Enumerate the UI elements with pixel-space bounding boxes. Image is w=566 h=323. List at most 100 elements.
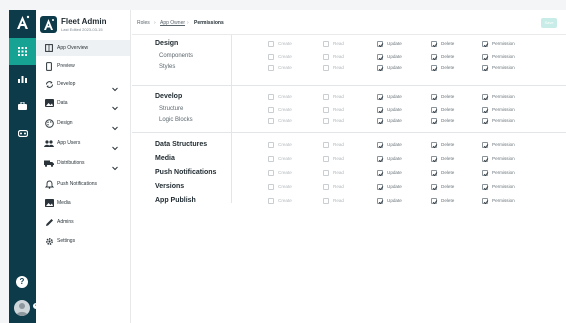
- permission-label: Read: [333, 94, 344, 99]
- sidebar-item-label: Media: [57, 200, 71, 206]
- permission-label: Delete: [441, 170, 455, 175]
- permission-label: Read: [333, 198, 344, 203]
- checkbox-empty-icon: [323, 65, 329, 71]
- media-icon: [44, 198, 54, 208]
- checkbox-checked-icon: [482, 107, 489, 114]
- permission-label: Permission: [492, 54, 515, 59]
- app-sidebar: Fleet Admin Last Edited 2023-03-15 App O…: [36, 10, 158, 323]
- checkbox-checked-icon: [377, 118, 384, 125]
- sidebar-item-label: App Overview: [57, 45, 89, 51]
- permission-row-label: Develop: [155, 93, 183, 100]
- checkbox-checked-icon: [431, 41, 438, 48]
- help-button[interactable]: ?: [16, 276, 28, 288]
- checkbox-checked-icon: [482, 41, 489, 48]
- checkbox-empty-icon: [268, 170, 274, 176]
- checkbox-checked-icon: [431, 94, 438, 101]
- checkbox-empty-icon: [323, 54, 329, 60]
- permission-label: Create: [278, 41, 292, 46]
- permission-label: Delete: [441, 54, 455, 59]
- app-logo-icon: [40, 16, 57, 33]
- permission-label: Update: [387, 118, 402, 123]
- sidebar-item-preview[interactable]: Preview: [36, 58, 130, 74]
- permission-label: Create: [278, 156, 292, 161]
- sidebar-item-label: App Users: [57, 140, 81, 146]
- permission-label: Read: [333, 41, 344, 46]
- breadcrumb-permissions: Permissions: [194, 20, 224, 26]
- breadcrumb-separator: ›: [187, 20, 189, 26]
- rail-item-business[interactable]: [9, 92, 36, 119]
- checkbox-empty-icon: [268, 156, 274, 162]
- sidebar-item-design[interactable]: Design: [36, 115, 130, 131]
- checkbox-checked-icon: [431, 65, 438, 72]
- sidebar-item-data[interactable]: Data: [36, 95, 130, 111]
- permission-label: Delete: [441, 142, 455, 147]
- truck-icon: [44, 158, 54, 168]
- permission-label: Read: [333, 65, 344, 70]
- chevron-down-icon: [111, 80, 119, 92]
- checkbox-checked-icon: [482, 142, 489, 149]
- permission-label: Update: [387, 198, 402, 203]
- brand-logo-icon[interactable]: [14, 14, 31, 31]
- checkbox-empty-icon: [323, 184, 329, 190]
- checkbox-empty-icon: [323, 118, 329, 124]
- app-window: ? ‹ Fleet Admin Last Edited 2023-03-15 A…: [9, 10, 566, 323]
- checkbox-empty-icon: [268, 41, 274, 47]
- sidebar-item-label: Develop: [57, 81, 76, 87]
- avatar[interactable]: [14, 300, 30, 316]
- permission-label: Create: [278, 184, 292, 189]
- sidebar-item-admins[interactable]: Admins: [36, 214, 130, 230]
- checkbox-checked-icon: [482, 65, 489, 72]
- checkbox-checked-icon: [377, 54, 384, 61]
- permission-row-label: Logic Blocks: [159, 117, 193, 123]
- permission-label: Update: [387, 107, 402, 112]
- checkbox-empty-icon: [268, 65, 274, 71]
- save-button[interactable]: Save: [541, 18, 557, 28]
- checkbox-checked-icon: [431, 118, 438, 125]
- checkbox-empty-icon: [268, 118, 274, 124]
- checkbox-empty-icon: [323, 170, 329, 176]
- sidebar-item-develop[interactable]: Develop: [36, 76, 130, 92]
- sidebar-item-push-notifications[interactable]: Push Notifications: [36, 176, 130, 192]
- pen-icon: [44, 217, 54, 227]
- checkbox-checked-icon: [482, 170, 489, 177]
- sidebar-item-app-users[interactable]: App Users: [36, 135, 130, 151]
- book-icon: [44, 43, 54, 53]
- breadcrumb-app-owner[interactable]: App Owner: [160, 20, 185, 26]
- permission-label: Update: [387, 94, 402, 99]
- permission-label: Read: [333, 156, 344, 161]
- chevron-down-icon: [111, 139, 119, 151]
- checkbox-empty-icon: [268, 54, 274, 60]
- rail-item-apps[interactable]: [9, 38, 36, 65]
- vr-headset-icon: [17, 124, 28, 142]
- gear-icon: [44, 236, 54, 246]
- permission-label: Update: [387, 170, 402, 175]
- checkbox-empty-icon: [268, 107, 274, 113]
- permission-label: Create: [278, 65, 292, 70]
- sidebar-item-label: Preview: [57, 63, 75, 69]
- permission-label: Read: [333, 118, 344, 123]
- permission-label: Permission: [492, 156, 515, 161]
- permission-row-label: Components: [159, 53, 194, 59]
- sidebar-item-media[interactable]: Media: [36, 195, 130, 211]
- sidebar-item-settings[interactable]: Settings: [36, 233, 130, 249]
- chevron-down-icon: [111, 119, 119, 131]
- checkbox-checked-icon: [431, 142, 438, 149]
- permission-label: Read: [333, 170, 344, 175]
- sidebar-item-label: Distributions: [57, 160, 85, 166]
- rail-item-analytics[interactable]: [9, 65, 36, 92]
- checkbox-checked-icon: [377, 142, 384, 149]
- global-rail: ? ‹: [9, 10, 40, 323]
- permission-row-label: Versions: [155, 183, 185, 190]
- sidebar-item-distributions[interactable]: Distributions: [36, 155, 130, 171]
- checkbox-checked-icon: [431, 107, 438, 114]
- permission-label: Delete: [441, 198, 455, 203]
- rail-item-xr[interactable]: [9, 119, 36, 146]
- app-header: Fleet Admin Last Edited 2023-03-15: [40, 16, 130, 38]
- sidebar-item-app-overview[interactable]: App Overview: [36, 40, 130, 56]
- permission-label: Permission: [492, 65, 515, 70]
- permission-label: Delete: [441, 94, 455, 99]
- app-title: Fleet Admin: [61, 17, 107, 26]
- checkbox-checked-icon: [482, 156, 489, 163]
- grid-icon: [18, 43, 27, 61]
- breadcrumb-roles[interactable]: Roles: [137, 20, 150, 26]
